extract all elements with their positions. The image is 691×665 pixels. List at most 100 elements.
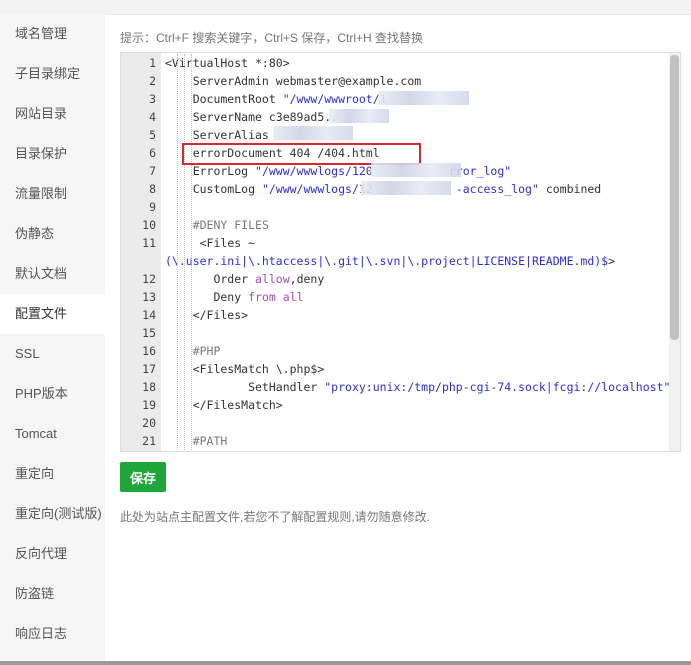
- editor-tip: 提示：Ctrl+F 搜索关键字，Ctrl+S 保存，Ctrl+H 查找替换: [120, 31, 424, 45]
- code-token: DocumentRoot: [165, 92, 283, 106]
- line-number: 15: [142, 326, 156, 340]
- code-line[interactable]: 19 </FilesMatch>: [121, 396, 668, 414]
- code-line[interactable]: 18 SetHandler "proxy:unix:/tmp/php-cgi-7…: [121, 378, 670, 396]
- line-number: 8: [149, 182, 156, 196]
- sidebar-item[interactable]: 目录保护: [0, 134, 105, 174]
- sidebar-item[interactable]: 默认文档: [0, 254, 105, 294]
- line-number: 16: [142, 344, 156, 358]
- code-token: ErrorLog: [165, 164, 256, 178]
- code-line[interactable]: 20: [121, 414, 668, 432]
- sidebar-item[interactable]: 子目录绑定: [0, 54, 105, 94]
- sidebar-item[interactable]: PHP版本: [0, 374, 105, 414]
- code-line[interactable]: 12 Order allow,deny: [121, 270, 668, 288]
- code-line[interactable]: 15: [121, 324, 668, 342]
- scrollbar-thumb[interactable]: [670, 55, 679, 340]
- code-token: <Files ~: [165, 236, 262, 250]
- code-line[interactable]: 16 #PHP: [121, 342, 668, 360]
- sidebar-item[interactable]: 重定向: [0, 454, 105, 494]
- line-number: 4: [149, 110, 156, 124]
- line-code[interactable]: </FilesMatch>: [165, 396, 283, 414]
- code-token: CustomLog: [165, 182, 262, 196]
- code-line[interactable]: 1 <VirtualHost *:80>: [121, 54, 668, 72]
- code-token: >: [608, 254, 616, 268]
- config-editor[interactable]: 1 <VirtualHost *:80> 2 ServerAdmin webmast…: [120, 52, 681, 452]
- top-bar: [0, 0, 691, 15]
- line-code[interactable]: ServerAdmin webmaster@example.com: [165, 72, 422, 90]
- sidebar-item[interactable]: 流量限制: [0, 174, 105, 214]
- code-token: ServerAdmin webmaster@example.com: [165, 74, 422, 88]
- code-token: allow: [255, 272, 290, 286]
- code-token: </FilesMatch>: [165, 398, 283, 412]
- redaction-blur: [379, 91, 469, 105]
- code-token: all: [282, 290, 304, 304]
- code-line[interactable]: 2 ServerAdmin webmaster@example.com: [121, 72, 668, 90]
- sidebar-item[interactable]: 响应日志: [0, 614, 105, 654]
- code-token: from: [248, 290, 276, 304]
- code-token: "/www/wwwroot/1: [282, 92, 387, 106]
- sidebar-item[interactable]: 防盗链: [0, 574, 105, 614]
- indent-guide: [177, 54, 178, 450]
- redaction-blur: [361, 181, 451, 195]
- sidebar-item[interactable]: 域名管理: [0, 14, 105, 54]
- code-token: errorDocument 404 /404.html: [165, 146, 380, 160]
- line-number: 17: [142, 362, 156, 376]
- line-number: 20: [142, 416, 156, 430]
- line-number: 1: [149, 56, 156, 70]
- code-token: ServerAlias: [165, 128, 269, 142]
- line-number: 19: [142, 398, 156, 412]
- code-line[interactable]: 13 Deny from all: [121, 288, 668, 306]
- sidebar-item[interactable]: SSL: [0, 334, 105, 374]
- code-token: "/www/wwwlogs/120: [255, 164, 373, 178]
- code-line[interactable]: 9: [121, 198, 668, 216]
- code-token: combined: [538, 182, 602, 196]
- code-token: SetHandler: [165, 380, 325, 394]
- line-number: 21: [142, 434, 156, 448]
- code-token: "proxy:unix:/tmp/php-cgi-74.sock|fcgi://…: [324, 380, 671, 394]
- code-line[interactable]: 5 ServerAlias: [121, 126, 668, 144]
- save-button[interactable]: 保存: [120, 462, 166, 492]
- code-line[interactable]: 14 </Files>: [121, 306, 668, 324]
- line-code[interactable]: ServerAlias: [165, 126, 269, 144]
- sidebar-item[interactable]: 伪静态: [0, 214, 105, 254]
- line-number: 11: [142, 236, 156, 250]
- line-code[interactable]: #PATH: [165, 432, 228, 450]
- code-line[interactable]: 6 errorDocument 404 /404.html: [121, 144, 668, 162]
- code-lines[interactable]: 1 <VirtualHost *:80> 2 ServerAdmin webmast…: [121, 54, 670, 450]
- code-token: Order: [165, 272, 256, 286]
- line-number: 7: [149, 164, 156, 178]
- code-line[interactable]: 10 #DENY FILES: [121, 216, 668, 234]
- line-code[interactable]: DocumentRoot "/www/wwwroot/1: [165, 90, 387, 108]
- sidebar-item[interactable]: 反向代理: [0, 534, 105, 574]
- sidebar-item[interactable]: 重定向(测试版): [0, 494, 105, 534]
- code-token: #PHP: [192, 344, 221, 358]
- line-code[interactable]: errorDocument 404 /404.html: [165, 144, 380, 162]
- code-token: #DENY FILES: [192, 218, 269, 232]
- code-line[interactable]: 11 <Files ~ (\.user.ini|\.htaccess|\.git…: [121, 234, 668, 270]
- code-line[interactable]: 4 ServerName c3e89ad5..: [121, 108, 668, 126]
- sidebar-item[interactable]: 网站目录: [0, 94, 105, 134]
- line-number: 10: [142, 218, 156, 232]
- redaction-blur: [273, 126, 353, 140]
- line-code[interactable]: Deny from all: [165, 288, 304, 306]
- line-code[interactable]: <FilesMatch \.php$>: [165, 360, 325, 378]
- line-number: 3: [149, 92, 156, 106]
- sidebar-item[interactable]: Tomcat: [0, 414, 105, 454]
- line-code[interactable]: Order allow,deny: [165, 270, 324, 288]
- editor-scrollbar[interactable]: [669, 53, 680, 451]
- line-number: 9: [149, 200, 156, 214]
- redaction-blur: [329, 109, 389, 123]
- line-code[interactable]: SetHandler "proxy:unix:/tmp/php-cgi-74.s…: [165, 378, 670, 396]
- line-code[interactable]: #DENY FILES: [165, 216, 269, 234]
- sidebar-item[interactable]: 配置文件: [0, 294, 105, 334]
- code-token: "/www/wwwlogs/12: [261, 182, 373, 196]
- line-number: 18: [142, 380, 156, 394]
- code-line[interactable]: 17 <FilesMatch \.php$>: [121, 360, 668, 378]
- code-line[interactable]: 21 #PATH: [121, 432, 668, 450]
- bottom-bar: [0, 661, 691, 665]
- line-code[interactable]: #PHP: [165, 342, 221, 360]
- line-code[interactable]: <Files ~ (\.user.ini|\.htaccess|\.git|\.…: [165, 234, 665, 270]
